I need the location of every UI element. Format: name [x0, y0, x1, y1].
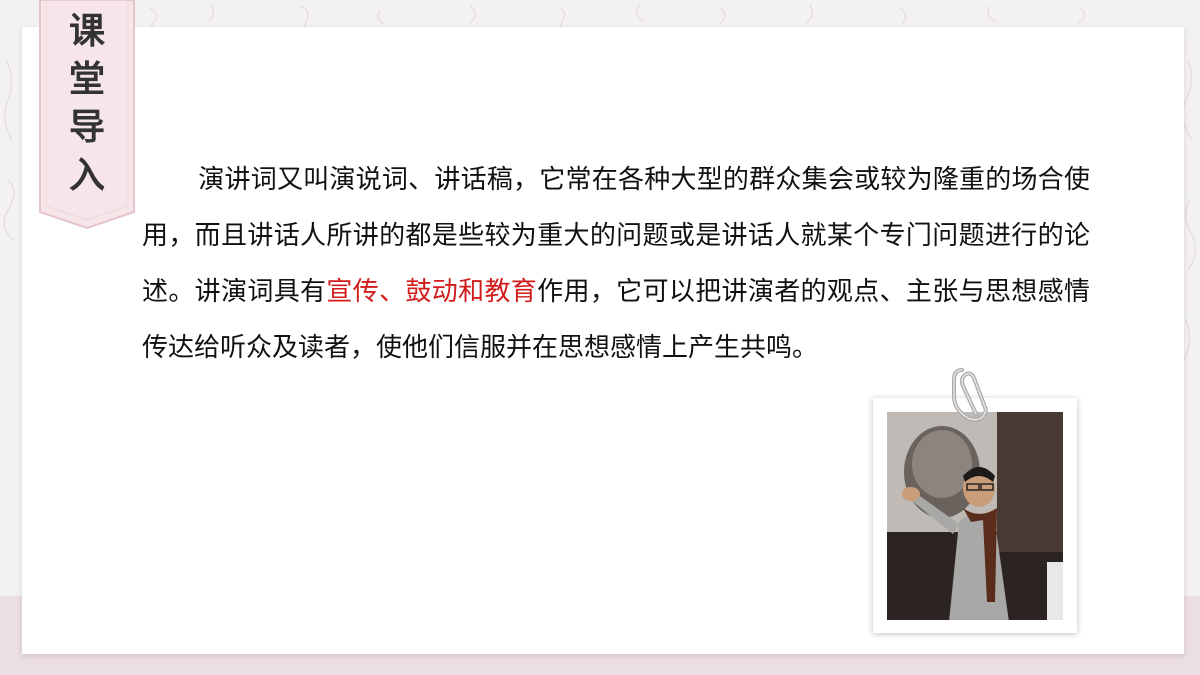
speaker-photo: [887, 412, 1063, 620]
tag-title: 课 堂 导 入: [38, 8, 136, 200]
tag-char-2: 堂: [68, 59, 105, 100]
photo-frame: [873, 398, 1077, 633]
speaker-photo-image: [887, 412, 1063, 620]
tag-char-3: 导: [68, 107, 105, 148]
paperclip-icon: [952, 368, 989, 422]
paragraph-highlight: 宣传、鼓动和教育: [326, 277, 538, 307]
tag-char-1: 课: [68, 11, 105, 52]
section-tag: 课 堂 导 入: [38, 0, 136, 230]
intro-paragraph: 演讲词又叫演说词、讲话稿，它常在各种大型的群众集会或较为隆重的场合使用，而且讲话…: [142, 152, 1090, 376]
tag-char-4: 入: [68, 155, 105, 196]
